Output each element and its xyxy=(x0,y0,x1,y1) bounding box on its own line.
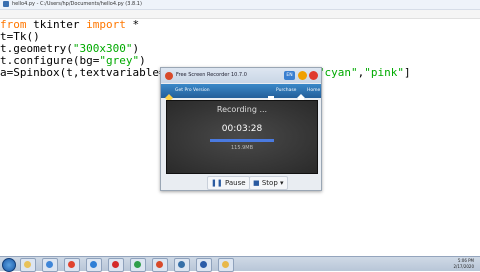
recorder-title: Free Screen Recorder 10.7.0 xyxy=(176,72,247,78)
pause-label: Pause xyxy=(224,179,246,187)
stop-icon: ■ xyxy=(253,179,260,187)
explorer-icon xyxy=(24,261,31,268)
recorder-toolbar: Get Pro Version Purchase Home xyxy=(161,84,321,102)
code-token: "pink" xyxy=(364,66,405,79)
system-tray: 5:06 PM 2/17/2020 xyxy=(438,257,478,271)
purchase-link[interactable]: Purchase xyxy=(276,84,296,98)
recording-timer: 00:03:28 xyxy=(221,124,263,134)
code-token: * xyxy=(125,18,140,31)
recording-progress-bar xyxy=(210,139,274,142)
get-pro-link[interactable]: Get Pro Version xyxy=(175,84,210,98)
folder-icon xyxy=(222,261,229,268)
recorder-controls: ❚❚ Pause ■ Stop ▾ xyxy=(161,174,321,190)
python-icon xyxy=(178,261,185,268)
code-token: ] xyxy=(404,66,411,79)
chevron-down-icon: ▾ xyxy=(280,179,284,187)
code-token: "cyan" xyxy=(317,66,358,79)
recording-panel: Recording ... 00:03:28 115.9MB xyxy=(166,100,318,174)
chrome-icon xyxy=(68,261,75,268)
home-icon xyxy=(297,87,305,102)
store-icon xyxy=(134,261,141,268)
code-token: a=Spinbox(t,textvariable=a, xyxy=(0,66,179,79)
cart-icon xyxy=(267,87,275,100)
opera-icon xyxy=(112,261,119,268)
language-button[interactable]: EN xyxy=(284,71,295,80)
code-token: import xyxy=(86,18,126,31)
close-button[interactable] xyxy=(309,71,318,80)
idle-title-bar: hello4.py - C:/Users/hp/Documents/hello4… xyxy=(0,0,480,10)
pause-icon: ❚❚ xyxy=(211,179,223,187)
recorder-title-bar: Free Screen Recorder 10.7.0 EN xyxy=(161,68,321,83)
stop-button[interactable]: ■ Stop ▾ xyxy=(249,176,288,190)
recording-status: Recording ... xyxy=(216,105,268,114)
file-size: 115.9MB xyxy=(230,145,254,151)
word-icon xyxy=(200,261,207,268)
idle-window-title: hello4.py - C:/Users/hp/Documents/hello4… xyxy=(12,1,142,7)
recorder-logo-icon xyxy=(165,72,173,80)
clock-date: 2/17/2020 xyxy=(453,264,474,269)
edge-icon xyxy=(90,261,97,268)
home-link[interactable]: Home xyxy=(307,84,320,98)
screen-recorder-window: Free Screen Recorder 10.7.0 EN Get Pro V… xyxy=(160,67,322,191)
taskbar: 5:06 PM 2/17/2020 xyxy=(0,256,480,272)
stop-label: Stop xyxy=(261,179,278,187)
minimize-button[interactable] xyxy=(298,71,307,80)
python-logo-icon xyxy=(3,1,9,7)
pause-button[interactable]: ❚❚ Pause xyxy=(207,176,250,190)
recorder-icon xyxy=(156,261,163,268)
pro-icon xyxy=(165,87,173,102)
clock[interactable]: 5:06 PM 2/17/2020 xyxy=(453,258,474,270)
media-icon xyxy=(46,261,53,268)
